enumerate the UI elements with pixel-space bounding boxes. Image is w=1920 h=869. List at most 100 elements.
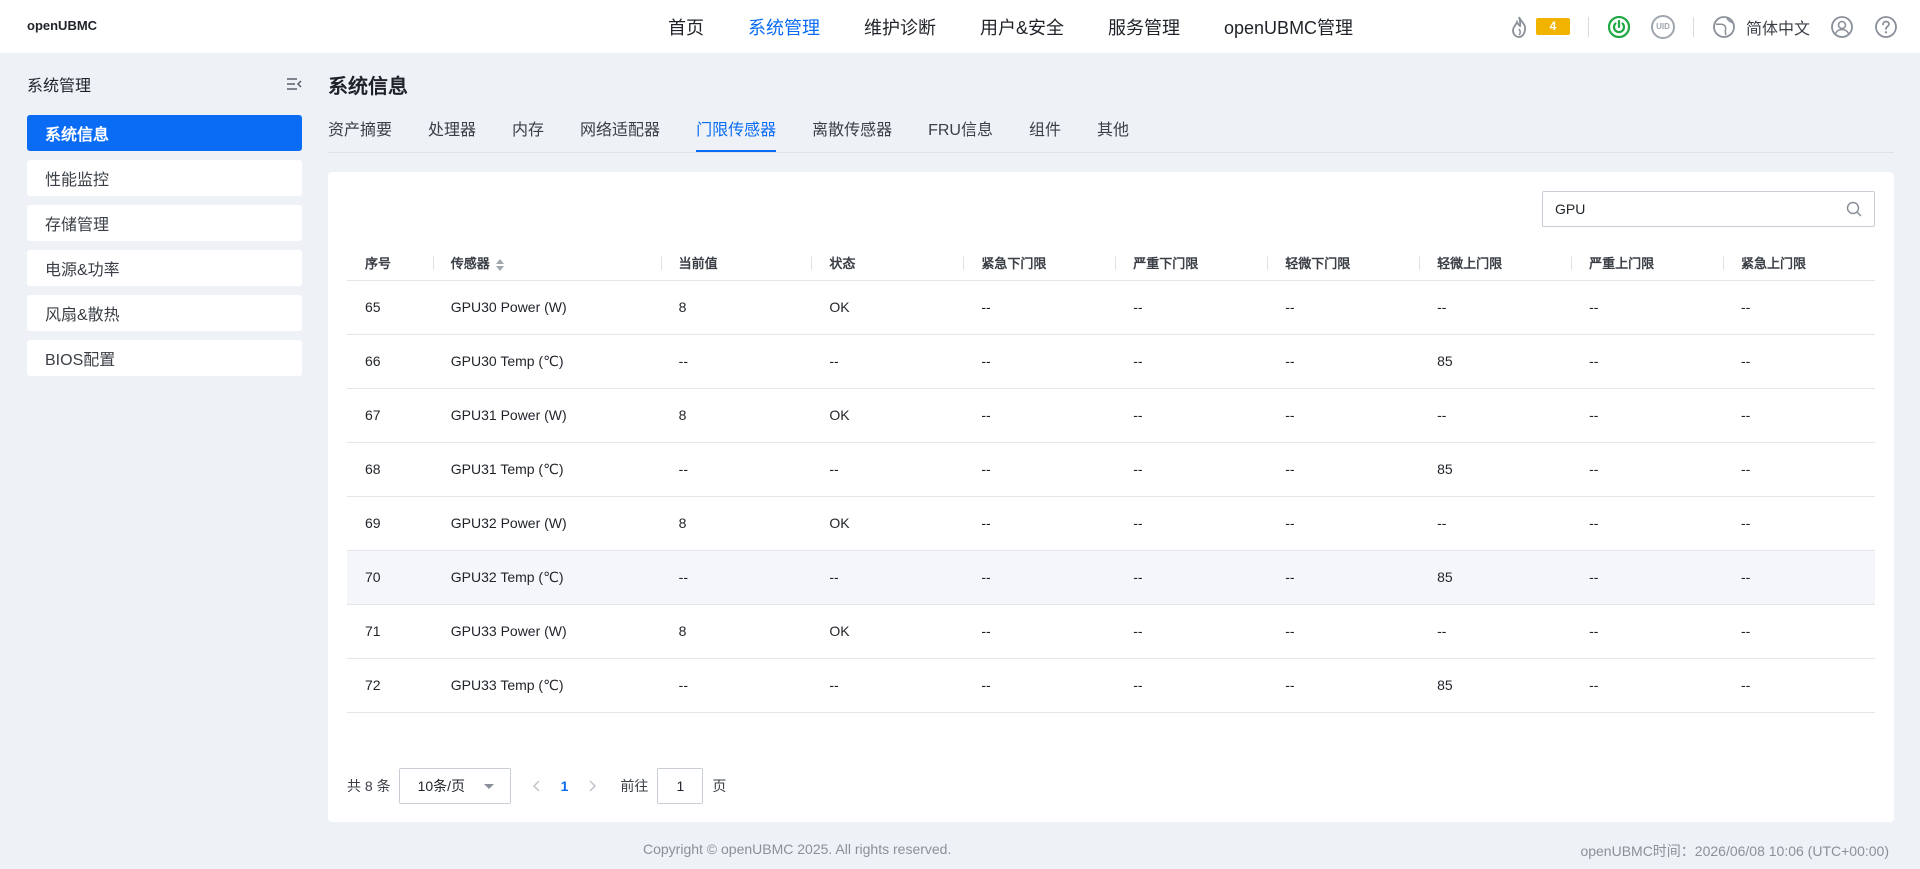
column-header: 严重下门限: [1115, 246, 1268, 281]
table-cell: --: [1419, 280, 1572, 335]
sidebar: 系统管理 系统信息 性能监控 存储管理 电源&功率 风扇&散热 BIOS配置: [27, 70, 302, 385]
sidebar-item[interactable]: 电源&功率: [27, 250, 302, 286]
nav-item[interactable]: 首页: [668, 14, 704, 40]
nav-item[interactable]: 维护诊断: [864, 14, 936, 40]
chevron-left-icon[interactable]: [531, 779, 543, 793]
table-cell: 8: [660, 604, 812, 659]
power-icon[interactable]: [1607, 15, 1631, 39]
nav-item[interactable]: openUBMC管理: [1224, 14, 1353, 40]
threshold-sensor-table: 序号 传感器 当前值 状态 紧急下门限 严重下门限 轻微下门限 轻微上门限 严重上门限 紧急上门限…: [347, 246, 1875, 713]
table-cell: 71: [347, 604, 433, 659]
table-row[interactable]: 66 GPU30 Temp (℃) -- -- -- -- -- 85 -- --: [347, 334, 1875, 389]
column-header-label: 严重上门限: [1589, 256, 1655, 272]
search-box[interactable]: [1542, 191, 1875, 227]
table-header-row: 序号 传感器 当前值 状态 紧急下门限 严重下门限 轻微下门限 轻微上门限 严重上门限 紧急上门限: [347, 246, 1875, 281]
table-cell: --: [1723, 604, 1875, 659]
tab[interactable]: 处理器: [428, 117, 476, 153]
column-divider: [432, 256, 434, 270]
table-row[interactable]: 70 GPU32 Temp (℃) -- -- -- -- -- 85 -- --: [347, 550, 1875, 605]
bmc-time: openUBMC时间：2026/06/08 10:06 (UTC+00:00): [1580, 843, 1889, 859]
tab[interactable]: 网络适配器: [580, 117, 660, 153]
search-input[interactable]: [1555, 201, 1846, 217]
tab[interactable]: 离散传感器: [812, 117, 892, 153]
tab[interactable]: 资产摘要: [328, 117, 392, 153]
table-cell: 85: [1419, 658, 1572, 713]
column-header: 序号: [347, 246, 433, 281]
table-cell: --: [1571, 604, 1723, 659]
table-cell: --: [963, 334, 1116, 389]
tab-bar: 资产摘要 处理器 内存 网络适配器 门限传感器 离散传感器 FRU信息 组件 其他: [328, 117, 1894, 153]
table-row[interactable]: 65 GPU30 Power (W) 8 OK -- -- -- -- -- --: [347, 280, 1875, 335]
sidebar-item[interactable]: 系统信息: [27, 115, 302, 151]
table-cell: --: [1419, 496, 1572, 551]
page-size-select[interactable]: 10条/页: [398, 768, 511, 804]
column-divider: [811, 256, 813, 270]
user-icon[interactable]: [1830, 15, 1854, 39]
alarm-flame-icon[interactable]: [1508, 15, 1530, 39]
copyright: Copyright © openUBMC 2025. All rights re…: [643, 841, 952, 857]
table-cell: GPU33 Temp (℃): [432, 658, 661, 713]
table-row[interactable]: 72 GPU33 Temp (℃) -- -- -- -- -- 85 -- --: [347, 658, 1875, 713]
table-row[interactable]: 71 GPU33 Power (W) 8 OK -- -- -- -- -- --: [347, 604, 1875, 659]
nav-item[interactable]: 服务管理: [1108, 14, 1180, 40]
table-cell: --: [1723, 442, 1875, 497]
sidebar-item[interactable]: 存储管理: [27, 205, 302, 241]
sidebar-item[interactable]: 风扇&散热: [27, 295, 302, 331]
sidebar-item[interactable]: BIOS配置: [27, 340, 302, 376]
table-cell: --: [963, 442, 1116, 497]
collapse-sidebar-icon[interactable]: [286, 77, 302, 91]
column-header: 轻微下门限: [1267, 246, 1420, 281]
tab[interactable]: 内存: [512, 117, 544, 153]
chevron-right-icon[interactable]: [586, 779, 598, 793]
table-cell: --: [963, 604, 1116, 659]
main-content: 系统信息 资产摘要处理器内存网络适配器门限传感器离散传感器 FRU信息组件其他 序…: [328, 70, 1894, 822]
table-cell: 8: [660, 280, 812, 335]
table-cell: --: [1571, 388, 1723, 443]
table-cell: --: [1115, 280, 1268, 335]
table-cell: GPU30 Temp (℃): [432, 334, 661, 389]
table-cell: --: [963, 280, 1116, 335]
goto-page-input[interactable]: [657, 768, 704, 804]
table-cell: --: [1571, 550, 1723, 605]
column-divider: [1419, 256, 1421, 270]
table-body: 65 GPU30 Power (W) 8 OK -- -- -- -- -- -- 66 GPU30 …: [347, 280, 1875, 713]
table-cell: 68: [347, 442, 433, 497]
table-row[interactable]: 69 GPU32 Power (W) 8 OK -- -- -- -- -- --: [347, 496, 1875, 551]
page-size-value: 10条/页: [417, 778, 466, 794]
page-title: 系统信息: [328, 76, 408, 98]
alarm-count-badge[interactable]: 4: [1535, 18, 1570, 35]
uid-icon[interactable]: UID: [1650, 14, 1675, 39]
table-cell: --: [1723, 388, 1875, 443]
column-header: 状态: [811, 246, 964, 281]
language-switch[interactable]: 简体中文: [1712, 15, 1810, 39]
table-cell: --: [1115, 496, 1268, 551]
table-cell: 69: [347, 496, 433, 551]
current-page-number[interactable]: 1: [561, 778, 569, 794]
column-header-label: 序号: [365, 256, 392, 272]
column-divider: [1115, 256, 1117, 270]
help-icon[interactable]: [1874, 15, 1898, 39]
nav-item[interactable]: 用户&安全: [980, 14, 1064, 40]
table-cell: GPU32 Temp (℃): [432, 550, 661, 605]
table-row[interactable]: 68 GPU31 Temp (℃) -- -- -- -- -- 85 -- --: [347, 442, 1875, 497]
table-cell: --: [660, 442, 812, 497]
tab[interactable]: 组件: [1029, 117, 1061, 153]
sidebar-item[interactable]: 性能监控: [27, 160, 302, 196]
top-bar: openUBMC 首页 系统管理 维护诊断 用户&安全 服务管理 openUBMC管理 4…: [0, 0, 1920, 53]
tab[interactable]: FRU信息: [928, 117, 993, 153]
table-cell: --: [1571, 280, 1723, 335]
tab[interactable]: 其他: [1097, 117, 1129, 153]
table-row[interactable]: 67 GPU31 Power (W) 8 OK -- -- -- -- -- --: [347, 388, 1875, 443]
search-icon[interactable]: [1846, 201, 1862, 217]
tab[interactable]: 门限传感器: [696, 117, 777, 153]
column-header[interactable]: 传感器: [432, 246, 661, 281]
table-cell: --: [811, 442, 964, 497]
nav-item[interactable]: 系统管理: [748, 14, 820, 40]
sort-icon[interactable]: [495, 258, 504, 272]
table-cell: 66: [347, 334, 433, 389]
column-header-label: 状态: [829, 256, 856, 272]
table-cell: 65: [347, 280, 433, 335]
table-cell: 85: [1419, 550, 1572, 605]
table-cell: OK: [811, 496, 964, 551]
app-logo[interactable]: openUBMC: [27, 18, 97, 33]
